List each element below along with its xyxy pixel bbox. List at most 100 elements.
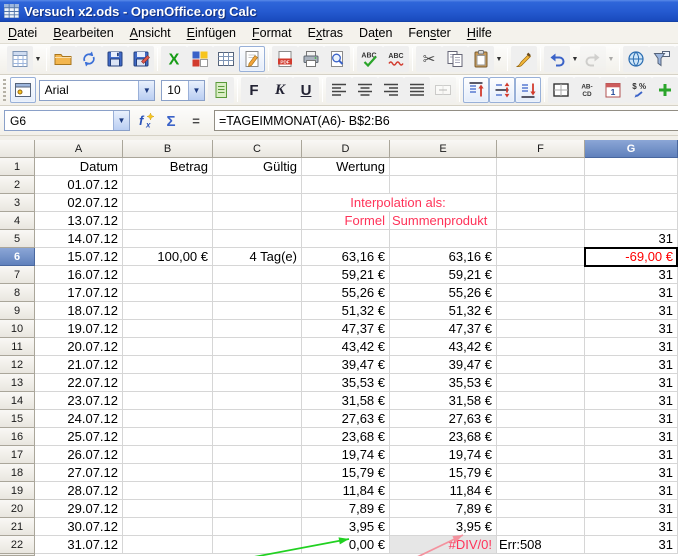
menu-format[interactable]: Format [244, 24, 300, 42]
cell-D20[interactable]: 7,89 € [302, 500, 390, 518]
cell-C4[interactable] [213, 212, 302, 230]
cell-D12[interactable]: 39,47 € [302, 356, 390, 374]
function-wizard-button[interactable]: fx [133, 109, 158, 133]
cell-G21[interactable]: 31 [585, 518, 678, 536]
cell-F6[interactable] [497, 248, 585, 266]
cell-G5[interactable]: 31 [585, 230, 678, 248]
cell-G1[interactable] [585, 158, 678, 176]
row-header-10[interactable]: 10 [0, 320, 35, 338]
cell-C19[interactable] [213, 482, 302, 500]
redo-button[interactable] [580, 46, 606, 72]
row-header-15[interactable]: 15 [0, 410, 35, 428]
cell-D6[interactable]: 63,16 € [302, 248, 390, 266]
cell-A1[interactable]: Datum [35, 158, 123, 176]
cell-A8[interactable]: 17.07.12 [35, 284, 123, 302]
cell-F20[interactable] [497, 500, 585, 518]
cell-A19[interactable]: 28.07.12 [35, 482, 123, 500]
menu-daten[interactable]: Daten [351, 24, 400, 42]
cell-A17[interactable]: 26.07.12 [35, 446, 123, 464]
cell-G10[interactable]: 31 [585, 320, 678, 338]
cell-A6[interactable]: 15.07.12 [35, 248, 123, 266]
cell-E1[interactable] [390, 158, 497, 176]
cell-A12[interactable]: 21.07.12 [35, 356, 123, 374]
cell-D3[interactable]: Interpolation als: [302, 194, 497, 212]
cell-C1[interactable]: Gültig [213, 158, 302, 176]
cell-F8[interactable] [497, 284, 585, 302]
menu-ansicht[interactable]: Ansicht [122, 24, 179, 42]
cell-E12[interactable]: 39,47 € [390, 356, 497, 374]
cell-C20[interactable] [213, 500, 302, 518]
cell-A16[interactable]: 25.07.12 [35, 428, 123, 446]
font-name-select[interactable]: Arial ▼ [39, 80, 156, 101]
row-header-19[interactable]: 19 [0, 482, 35, 500]
cell-D10[interactable]: 47,37 € [302, 320, 390, 338]
cell-G2[interactable] [585, 176, 678, 194]
cell-C15[interactable] [213, 410, 302, 428]
cell-D14[interactable]: 31,58 € [302, 392, 390, 410]
save-as-button[interactable] [128, 46, 154, 72]
cell-E7[interactable]: 59,21 € [390, 266, 497, 284]
cell-B7[interactable] [123, 266, 213, 284]
cell-A13[interactable]: 22.07.12 [35, 374, 123, 392]
undo-button-dropdown[interactable]: ▼ [570, 46, 580, 72]
cell-C9[interactable] [213, 302, 302, 320]
column-header-F[interactable]: F [497, 140, 585, 158]
chevron-down-icon[interactable]: ▼ [188, 81, 204, 100]
cell-G18[interactable]: 31 [585, 464, 678, 482]
cell-A10[interactable]: 19.07.12 [35, 320, 123, 338]
cell-B17[interactable] [123, 446, 213, 464]
cell-E16[interactable]: 23,68 € [390, 428, 497, 446]
cell-C21[interactable] [213, 518, 302, 536]
function-equals-button[interactable]: = [183, 109, 208, 133]
menu-bearbeiten[interactable]: Bearbeiten [45, 24, 121, 42]
cell-C22[interactable] [213, 536, 302, 554]
column-header-G[interactable]: G [585, 140, 678, 158]
cell-C10[interactable] [213, 320, 302, 338]
cell-B2[interactable] [123, 176, 213, 194]
cell-A20[interactable]: 29.07.12 [35, 500, 123, 518]
column-header-B[interactable]: B [123, 140, 213, 158]
cell-A9[interactable]: 18.07.12 [35, 302, 123, 320]
cell-E14[interactable]: 31,58 € [390, 392, 497, 410]
cell-A22[interactable]: 31.07.12 [35, 536, 123, 554]
undo-button[interactable] [544, 46, 570, 72]
row-header-14[interactable]: 14 [0, 392, 35, 410]
chevron-down-icon[interactable]: ▼ [113, 111, 129, 130]
paste-button-dropdown[interactable]: ▼ [494, 46, 504, 72]
cell-E10[interactable]: 47,37 € [390, 320, 497, 338]
cell-A18[interactable]: 27.07.12 [35, 464, 123, 482]
row-header-21[interactable]: 21 [0, 518, 35, 536]
cell-D9[interactable]: 51,32 € [302, 302, 390, 320]
cell-B6[interactable]: 100,00 € [123, 248, 213, 266]
cell-A15[interactable]: 24.07.12 [35, 410, 123, 428]
cell-A11[interactable]: 20.07.12 [35, 338, 123, 356]
cell-E11[interactable]: 43,42 € [390, 338, 497, 356]
cut-button[interactable]: ✂ [416, 46, 442, 72]
cell-B14[interactable] [123, 392, 213, 410]
cell-G19[interactable]: 31 [585, 482, 678, 500]
row-header-8[interactable]: 8 [0, 284, 35, 302]
cell-B9[interactable] [123, 302, 213, 320]
cell-B13[interactable] [123, 374, 213, 392]
cell-G22[interactable]: 31 [585, 536, 678, 554]
column-header-D[interactable]: D [302, 140, 390, 158]
merge-cells-button[interactable] [430, 77, 456, 103]
cell-B11[interactable] [123, 338, 213, 356]
cell-E8[interactable]: 55,26 € [390, 284, 497, 302]
cell-C7[interactable] [213, 266, 302, 284]
cell-E5[interactable] [390, 230, 497, 248]
cell-D22[interactable]: 0,00 € [302, 536, 390, 554]
cell-F17[interactable] [497, 446, 585, 464]
cell-D2[interactable] [302, 176, 390, 194]
sum-button[interactable]: Σ [158, 109, 183, 133]
row-header-5[interactable]: 5 [0, 230, 35, 248]
cell-B4[interactable] [123, 212, 213, 230]
underline-button[interactable]: U [293, 77, 319, 103]
cell-A3[interactable]: 02.07.12 [35, 194, 123, 212]
cell-G15[interactable]: 31 [585, 410, 678, 428]
italic-button[interactable]: K [267, 77, 293, 103]
save-button[interactable] [102, 46, 128, 72]
row-header-3[interactable]: 3 [0, 194, 35, 212]
insert-table-button[interactable] [213, 46, 239, 72]
select-all-corner[interactable] [0, 140, 35, 158]
